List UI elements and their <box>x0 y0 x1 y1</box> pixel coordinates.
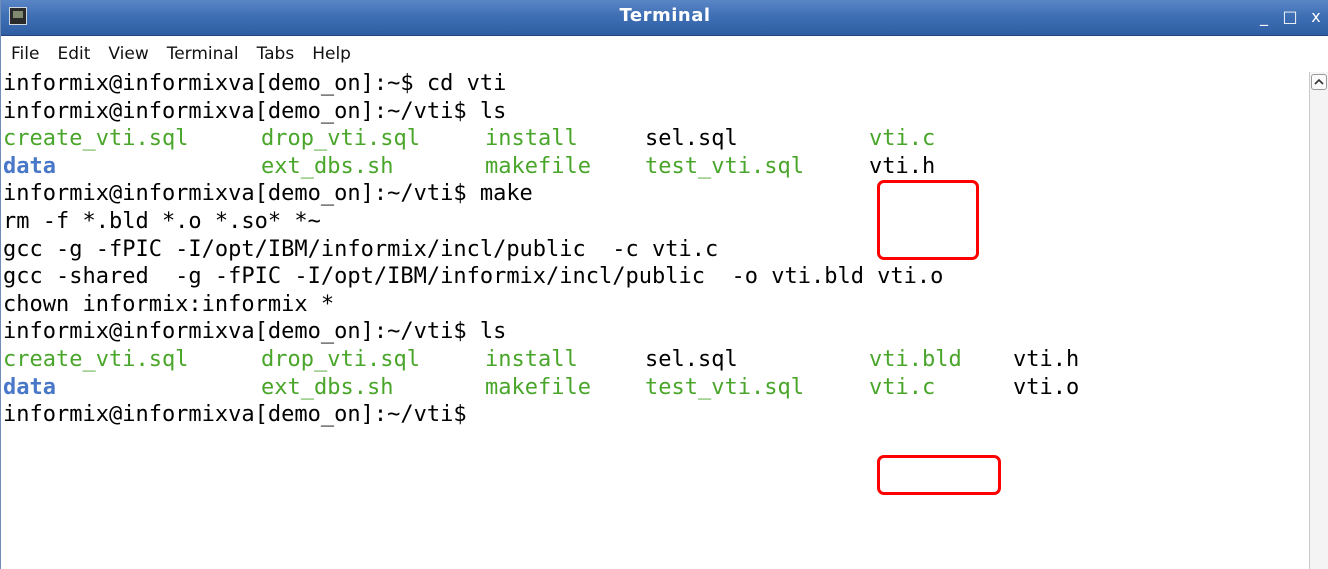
terminal-text: data <box>3 153 56 179</box>
terminal-text: drop_vti.sql <box>261 126 420 152</box>
terminal-text: ext_dbs.sh <box>261 153 394 179</box>
maximize-button[interactable]: □ <box>1277 6 1303 28</box>
menu-terminal[interactable]: Terminal <box>167 44 239 64</box>
terminal-text: vti.bld <box>869 347 962 372</box>
terminal-text: install <box>485 347 578 372</box>
terminal-window: Terminal _ □ x File Edit View Terminal T… <box>0 0 1328 569</box>
terminal-text: makefile <box>485 153 591 179</box>
terminal-text: informix@informixva[demo_on]:~/vti$ make <box>3 181 533 207</box>
menu-file[interactable]: File <box>11 44 39 64</box>
scroll-up-button[interactable] <box>1311 74 1327 90</box>
terminal-text: create_vti.sql <box>3 126 189 152</box>
terminal-text: informix@informixva[demo_on]:~/vti$ ls <box>3 319 507 345</box>
terminal-text: drop_vti.sql <box>261 347 420 372</box>
menu-tabs[interactable]: Tabs <box>257 44 295 64</box>
terminal-text: rm -f *.bld *.o *.so* *~ <box>3 209 321 234</box>
window-title: Terminal <box>619 5 711 26</box>
terminal-text: gcc -shared -g -fPIC -I/opt/IBM/informix… <box>3 264 944 290</box>
terminal-output[interactable]: informix@informixva[demo_on]:~$ cd vti in… <box>3 70 1303 569</box>
terminal-text: vti.c <box>869 126 936 152</box>
scrollbar[interactable] <box>1309 72 1328 569</box>
terminal-text: ext_dbs.sh <box>261 374 394 400</box>
terminal-text: vti.h <box>869 153 936 179</box>
close-button[interactable]: x <box>1303 6 1328 28</box>
terminal-text: vti.c <box>869 374 936 400</box>
terminal-text: vti.h <box>1013 347 1080 372</box>
terminal-text: sel.sql <box>645 347 738 372</box>
terminal-text: gcc -g -fPIC -I/opt/IBM/informix/incl/pu… <box>3 236 719 262</box>
terminal-text: test_vti.sql <box>645 374 804 400</box>
chevron-up-icon <box>1314 78 1324 85</box>
terminal-text: chown informix:informix * <box>3 291 335 317</box>
menu-edit[interactable]: Edit <box>57 44 90 64</box>
title-bar[interactable]: Terminal _ □ x <box>1 0 1328 36</box>
terminal-text: informix@informixva[demo_on]:~$ cd vti <box>3 71 507 96</box>
terminal-text: vti.o <box>1013 374 1080 400</box>
terminal-text: informix@informixva[demo_on]:~/vti$ ls <box>3 98 507 124</box>
menu-view[interactable]: View <box>108 44 148 64</box>
terminal-text: sel.sql <box>645 126 738 152</box>
terminal-text: informix@informixva[demo_on]:~/vti$ <box>3 402 467 428</box>
terminal-text: makefile <box>485 374 591 400</box>
highlight-vti-bld <box>877 455 1001 495</box>
menu-help[interactable]: Help <box>312 44 351 64</box>
terminal-text: data <box>3 374 56 400</box>
terminal-text: test_vti.sql <box>645 153 804 179</box>
terminal-text: create_vti.sql <box>3 347 189 372</box>
highlight-vti-c-h <box>877 180 979 260</box>
terminal-text: install <box>485 126 578 152</box>
minimize-button[interactable]: _ <box>1251 6 1277 28</box>
menu-bar: File Edit View Terminal Tabs Help <box>1 36 1328 72</box>
